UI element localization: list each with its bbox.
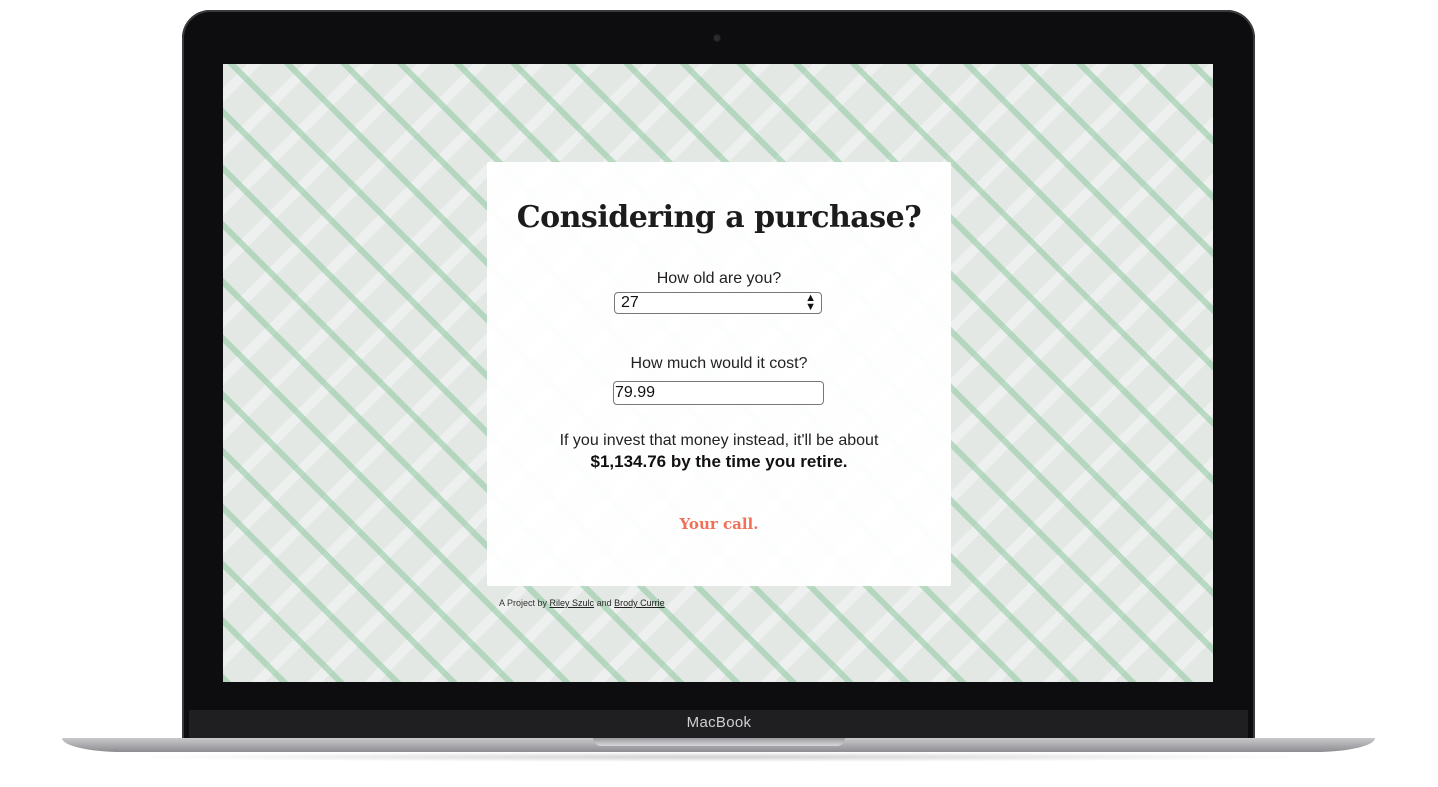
author-link-riley[interactable]: Riley Szulc	[550, 598, 595, 608]
author-link-brody[interactable]: Brody Currie	[614, 598, 665, 608]
select-arrows-icon: ▲ ▼	[805, 292, 816, 313]
credit-joiner: and	[596, 598, 612, 608]
calculator-card: Considering a purchase? How old are you?…	[487, 162, 951, 586]
cost-label: How much would it cost?	[630, 355, 808, 372]
cost-input[interactable]	[613, 381, 824, 405]
your-call-text: Your call.	[679, 515, 759, 533]
age-select-value: 27	[621, 294, 639, 311]
result-text: If you invest that money instead, it'll …	[487, 430, 951, 472]
camera-icon	[714, 35, 720, 41]
brand-label: MacBook	[686, 714, 752, 731]
screen: Considering a purchase? How old are you?…	[223, 64, 1213, 682]
credit-line: A Project by Riley Szulc and Brody Curri…	[499, 598, 665, 608]
result-intro: If you invest that money instead, it'll …	[559, 432, 879, 449]
age-select[interactable]: 27 ▲ ▼	[614, 292, 822, 314]
laptop-base-notch	[593, 738, 845, 746]
credit-prefix: A Project by	[499, 598, 548, 608]
result-amount: $1,134.76 by the time you retire.	[590, 452, 848, 471]
laptop-shadow	[120, 752, 1320, 762]
age-label: How old are you?	[656, 270, 782, 287]
page-title: Considering a purchase?	[516, 200, 922, 235]
